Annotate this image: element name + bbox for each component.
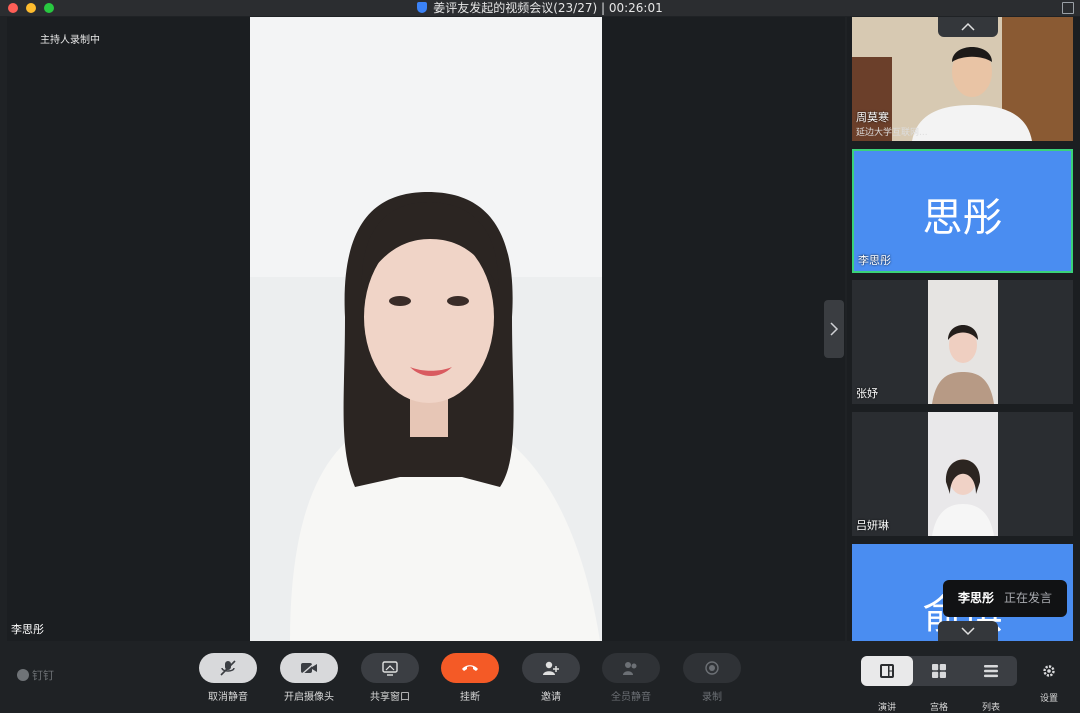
- shield-icon: [417, 2, 428, 13]
- scroll-down-button[interactable]: [938, 621, 998, 641]
- gear-icon: [1043, 665, 1055, 677]
- hangup-label: 挂断: [460, 692, 480, 703]
- brand-label: 钉钉: [32, 669, 54, 682]
- share-label: 共享窗口: [370, 692, 410, 703]
- hangup-pill[interactable]: [441, 653, 499, 683]
- layout-switcher: 演讲 宫格 列表: [861, 656, 1017, 713]
- settings-button[interactable]: 设置: [1034, 663, 1064, 704]
- invite-pill[interactable]: [522, 653, 580, 683]
- mute-all-pill[interactable]: [602, 653, 660, 683]
- mute-all-label: 全员静音: [611, 692, 651, 703]
- hangup-button[interactable]: 挂断: [440, 653, 500, 703]
- participant-subtitle: 延边大学互联网...: [856, 128, 928, 138]
- camera-off-icon: [300, 660, 318, 676]
- layout-speaker-button[interactable]: [861, 656, 913, 686]
- title-bar: 姜评友发起的视频会议(23/27) | 00:26:01: [0, 0, 1080, 16]
- participant-video: [852, 280, 1073, 404]
- participant-tile[interactable]: 思彤 李思彤: [852, 149, 1073, 273]
- screen-share-icon: [382, 661, 398, 676]
- layout-list-label: 列表: [981, 703, 1000, 713]
- participant-tile[interactable]: 吕妍琳: [852, 412, 1073, 536]
- group-mute-icon: [623, 662, 637, 675]
- speaking-status: 正在发言: [1004, 591, 1053, 605]
- chevron-right-icon: [830, 322, 839, 336]
- phone-hangup-icon: [462, 665, 478, 671]
- recording-status: 主持人录制中: [40, 35, 100, 46]
- brand-logo: 钉钉: [17, 667, 54, 683]
- participant-name: 李思彤: [858, 254, 891, 267]
- collapse-panel-button[interactable]: [824, 300, 844, 358]
- camera-button[interactable]: 开启摄像头: [279, 653, 339, 703]
- participant-name: 周莫寒: [856, 111, 889, 124]
- speaking-name: 李思彤: [958, 591, 995, 605]
- popout-icon[interactable]: [1062, 2, 1074, 14]
- settings-label: 设置: [1039, 694, 1058, 704]
- main-speaker-video: [250, 17, 602, 641]
- share-pill[interactable]: [361, 653, 419, 683]
- layout-grid-button[interactable]: [913, 656, 965, 686]
- main-video: [250, 17, 602, 641]
- invite-label: 邀请: [541, 692, 561, 703]
- layout-list-button[interactable]: [965, 656, 1017, 686]
- share-window-button[interactable]: 共享窗口: [360, 653, 420, 703]
- chevron-up-icon: [961, 22, 975, 31]
- participant-tile[interactable]: 张妤: [852, 280, 1073, 404]
- participant-tile[interactable]: 周莫寒 延边大学互联网...: [852, 17, 1073, 141]
- unmute-pill[interactable]: [199, 653, 257, 683]
- scroll-up-button[interactable]: [938, 17, 998, 37]
- bottom-toolbar: 钉钉 取消静音 开启摄像头 共享窗口 挂断 邀请 全员静音 录制 演讲 宫格 列…: [0, 645, 1080, 713]
- chevron-down-icon: [961, 627, 975, 636]
- grid-layout-icon: [932, 664, 946, 678]
- unmute-button[interactable]: 取消静音: [198, 653, 258, 703]
- add-user-icon: [543, 661, 559, 675]
- participant-name: 张妤: [856, 387, 878, 400]
- speaker-layout-icon: [880, 664, 894, 678]
- invite-button[interactable]: 邀请: [521, 653, 581, 703]
- layout-speaker-label: 演讲: [877, 703, 896, 713]
- list-layout-icon: [984, 665, 998, 678]
- layout-grid-label: 宫格: [929, 703, 948, 713]
- main-speaker-name: 李思彤: [11, 623, 44, 636]
- participant-name: 吕妍琳: [856, 519, 889, 532]
- record-button[interactable]: 录制: [682, 653, 742, 703]
- unmute-label: 取消静音: [208, 692, 248, 703]
- record-label: 录制: [702, 692, 722, 703]
- participant-panel: 周莫寒 延边大学互联网... 思彤 李思彤 张妤 吕妍琳 俞琪: [847, 17, 1080, 641]
- window-title-container: 姜评友发起的视频会议(23/27) | 00:26:01: [0, 0, 1080, 16]
- record-pill[interactable]: [683, 653, 741, 683]
- microphone-off-icon: [220, 660, 236, 676]
- dingtalk-icon: [17, 669, 29, 681]
- window-title: 姜评友发起的视频会议(23/27) | 00:26:01: [433, 1, 663, 15]
- camera-pill[interactable]: [280, 653, 338, 683]
- speaking-toast: 李思彤 正在发言: [943, 580, 1067, 617]
- mute-all-button[interactable]: 全员静音: [601, 653, 661, 703]
- record-icon: [705, 661, 719, 675]
- main-stage: 主持人录制中 李思彤: [7, 17, 845, 641]
- participant-avatar: 思彤: [922, 195, 1003, 241]
- camera-label: 开启摄像头: [284, 692, 334, 703]
